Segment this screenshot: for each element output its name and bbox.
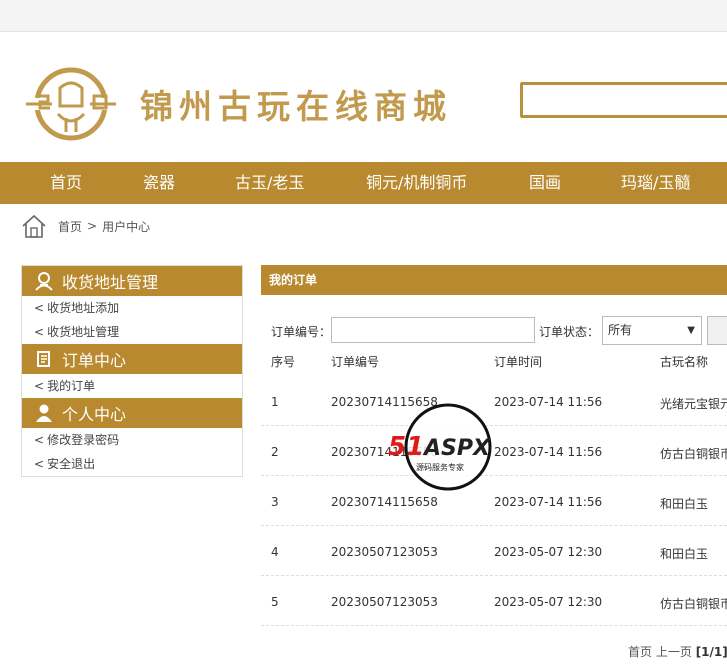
row-item-name: 和田白玉 [660, 497, 709, 511]
nav-item-agate[interactable]: 玛瑙/玉髓 [621, 162, 690, 204]
row-item-name: 仿古白铜银币 [660, 597, 727, 611]
orders-panel: 我的订单 订单编号： 订单状态： 所有 ▼ 序号 订单编号 订单时间 古玩名称 … [261, 265, 727, 626]
sidebar-item-address-add[interactable]: < 收货地址添加 [22, 296, 242, 320]
row-item-name: 和田白玉 [660, 547, 709, 561]
breadcrumb-separator: > [87, 219, 98, 233]
sidebar-item-my-orders[interactable]: < 我的订单 [22, 374, 242, 398]
table-row[interactable]: 5 20230507123053 2023-05-07 12:30 仿古白铜银币 [261, 576, 727, 626]
watermark-brand-b: ASPX [422, 436, 491, 461]
sidebar-item-logout[interactable]: < 安全退出 [22, 452, 242, 476]
sidebar-section-title: 收货地址管理 [62, 273, 159, 292]
column-header-item-name: 古玩名称 [660, 355, 709, 369]
link-prefix: < [34, 325, 45, 339]
breadcrumb-home[interactable]: 首页 [58, 218, 82, 235]
home-icon [22, 214, 46, 238]
sidebar-link-label: 修改登录密码 [47, 433, 120, 447]
pager-prev-link[interactable]: 上一页 [656, 645, 692, 659]
site-logo [22, 67, 120, 141]
order-status-select[interactable]: 所有 ▼ [602, 316, 702, 345]
sidebar-section-orders: 订单中心 [22, 344, 242, 374]
sidebar-link-label: 我的订单 [47, 379, 96, 393]
sidebar-link-label: 收货地址管理 [47, 325, 120, 339]
row-index: 2 [271, 445, 279, 459]
pager-current: [1/1] [695, 645, 727, 659]
row-item-name: 光绪元宝银元 [660, 397, 727, 411]
link-prefix: < [34, 301, 45, 315]
chevron-down-icon: ▼ [687, 325, 695, 336]
row-index: 4 [271, 545, 279, 559]
breadcrumb-current: 用户中心 [102, 219, 151, 234]
sidebar-link-label: 收货地址添加 [47, 301, 120, 315]
search-button[interactable] [707, 316, 727, 345]
sidebar-item-change-password[interactable]: < 修改登录密码 [22, 428, 242, 452]
breadcrumb: 首页 > 用户中心 [20, 212, 150, 240]
nav-item-home[interactable]: 首页 [50, 162, 82, 204]
order-no-label: 订单编号： [271, 325, 332, 339]
search-input[interactable] [520, 82, 727, 118]
order-no-input[interactable] [331, 317, 535, 343]
pager-first-link[interactable]: 首页 [628, 645, 652, 659]
order-filter-bar: 订单编号： 订单状态： 所有 ▼ [261, 316, 727, 345]
sidebar-section-title: 个人中心 [62, 405, 127, 424]
sidebar-item-address-manage[interactable]: < 收货地址管理 [22, 320, 242, 344]
nav-item-porcelain[interactable]: 瓷器 [143, 162, 175, 204]
main-nav: 首页 瓷器 古玉/老玉 铜元/机制铜币 国画 玛瑙/玉髓 [0, 162, 727, 204]
link-prefix: < [34, 433, 45, 447]
row-order-no: 20230507123053 [331, 545, 438, 559]
nav-item-jade[interactable]: 古玉/老玉 [235, 162, 304, 204]
column-header-time: 订单时间 [494, 355, 543, 369]
order-scroll-icon [37, 351, 50, 367]
nav-item-coins[interactable]: 铜元/机制铜币 [366, 162, 467, 204]
pagination: 首页 上一页 [1/1] [628, 643, 727, 660]
person-address-icon [35, 272, 53, 291]
link-prefix: < [34, 457, 45, 471]
link-prefix: < [34, 379, 45, 393]
watermark-tagline: 源码服务专家 [416, 462, 464, 472]
user-icon [36, 404, 52, 422]
table-row[interactable]: 4 20230507123053 2023-05-07 12:30 和田白玉 [261, 526, 727, 576]
row-index: 5 [271, 595, 279, 609]
order-status-value: 所有 [608, 323, 633, 337]
row-order-no: 20230714115658 [331, 495, 438, 509]
row-index: 3 [271, 495, 279, 509]
top-bar [0, 0, 727, 32]
watermark-logo: 51 ASPX 源码服务专家 [388, 403, 492, 491]
row-time: 2023-05-07 12:30 [494, 545, 603, 559]
site-title: 锦州古玩在线商城 [140, 87, 452, 126]
sidebar-section-title: 订单中心 [62, 351, 127, 370]
nav-item-painting[interactable]: 国画 [529, 162, 561, 204]
sidebar-link-label: 安全退出 [47, 457, 96, 471]
row-item-name: 仿古白铜银币 [660, 447, 727, 461]
row-time: 2023-05-07 12:30 [494, 595, 603, 609]
column-header-order-no: 订单编号 [331, 355, 380, 369]
orders-panel-title: 我的订单 [261, 265, 727, 295]
row-time: 2023-07-14 11:56 [494, 495, 603, 509]
watermark-brand-a: 51 [388, 432, 424, 462]
order-status-label: 订单状态： [539, 325, 600, 339]
column-header-index: 序号 [271, 355, 296, 369]
sidebar-section-address: 收货地址管理 [22, 266, 242, 296]
row-index: 1 [271, 395, 279, 409]
row-order-no: 20230507123053 [331, 595, 438, 609]
sidebar: 收货地址管理 < 收货地址添加 < 收货地址管理 订单中心 < 我的订单 个人中心 <… [21, 265, 243, 477]
sidebar-section-personal: 个人中心 [22, 398, 242, 428]
